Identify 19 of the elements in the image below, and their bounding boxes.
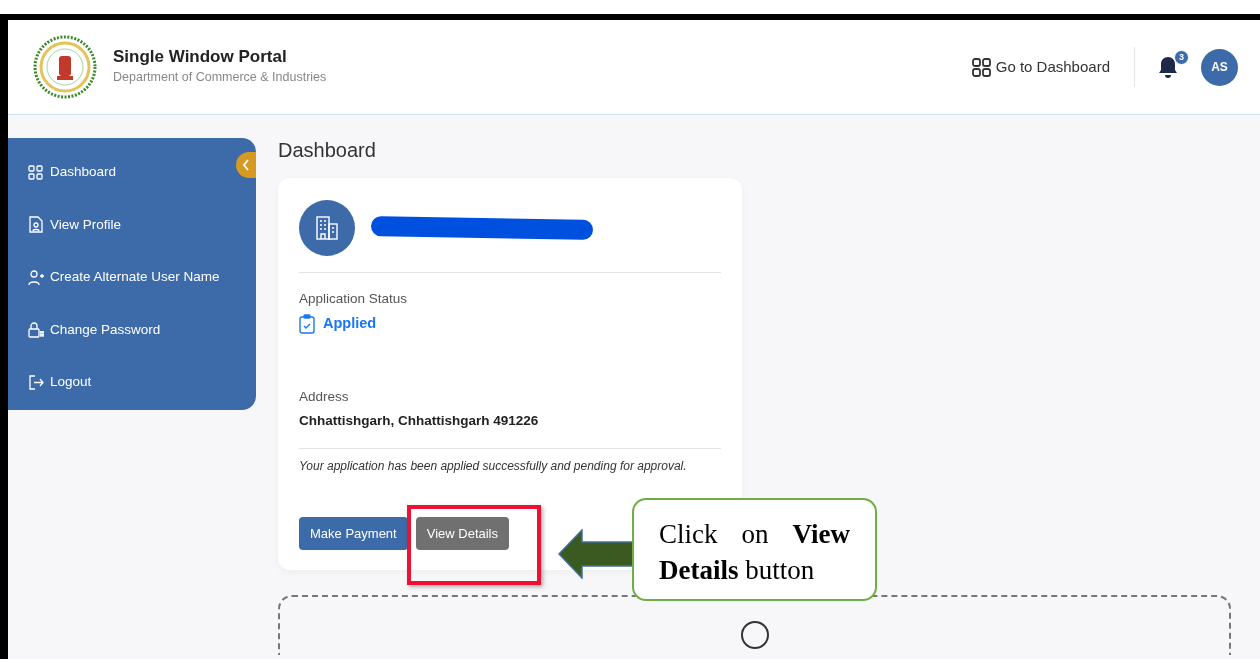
- user-avatar[interactable]: AS: [1201, 48, 1238, 86]
- sidebar-item[interactable]: Logout: [8, 356, 235, 409]
- go-to-dashboard-link[interactable]: Go to Dashboard: [971, 55, 1110, 79]
- instruction-callout: Click on View Details button: [632, 498, 877, 601]
- status-label: Application Status: [299, 290, 409, 308]
- sidebar-item[interactable]: Dashboard: [8, 146, 235, 199]
- address-value: Chhattishgarh, Chhattishgarh 491226: [299, 412, 540, 431]
- make-payment-button[interactable]: Make Payment: [299, 516, 408, 550]
- portal-title: Single Window Portal: [113, 47, 288, 68]
- portal-subtitle: Department of Commerce & Industries: [113, 68, 327, 86]
- sidebar-item[interactable]: Change Password: [8, 303, 235, 356]
- status-value: Applied: [323, 314, 377, 334]
- address-label: Address: [299, 388, 350, 406]
- status-message: Your application has been applied successfully and pending for approval.: [299, 457, 688, 475]
- view-details-button[interactable]: View Details: [415, 516, 509, 550]
- sidebar-item[interactable]: Create Alternate User Name: [8, 251, 235, 304]
- page-title: Dashboard: [278, 138, 377, 162]
- notification-count: 3: [1174, 50, 1189, 65]
- sidebar-item[interactable]: View Profile: [8, 198, 235, 251]
